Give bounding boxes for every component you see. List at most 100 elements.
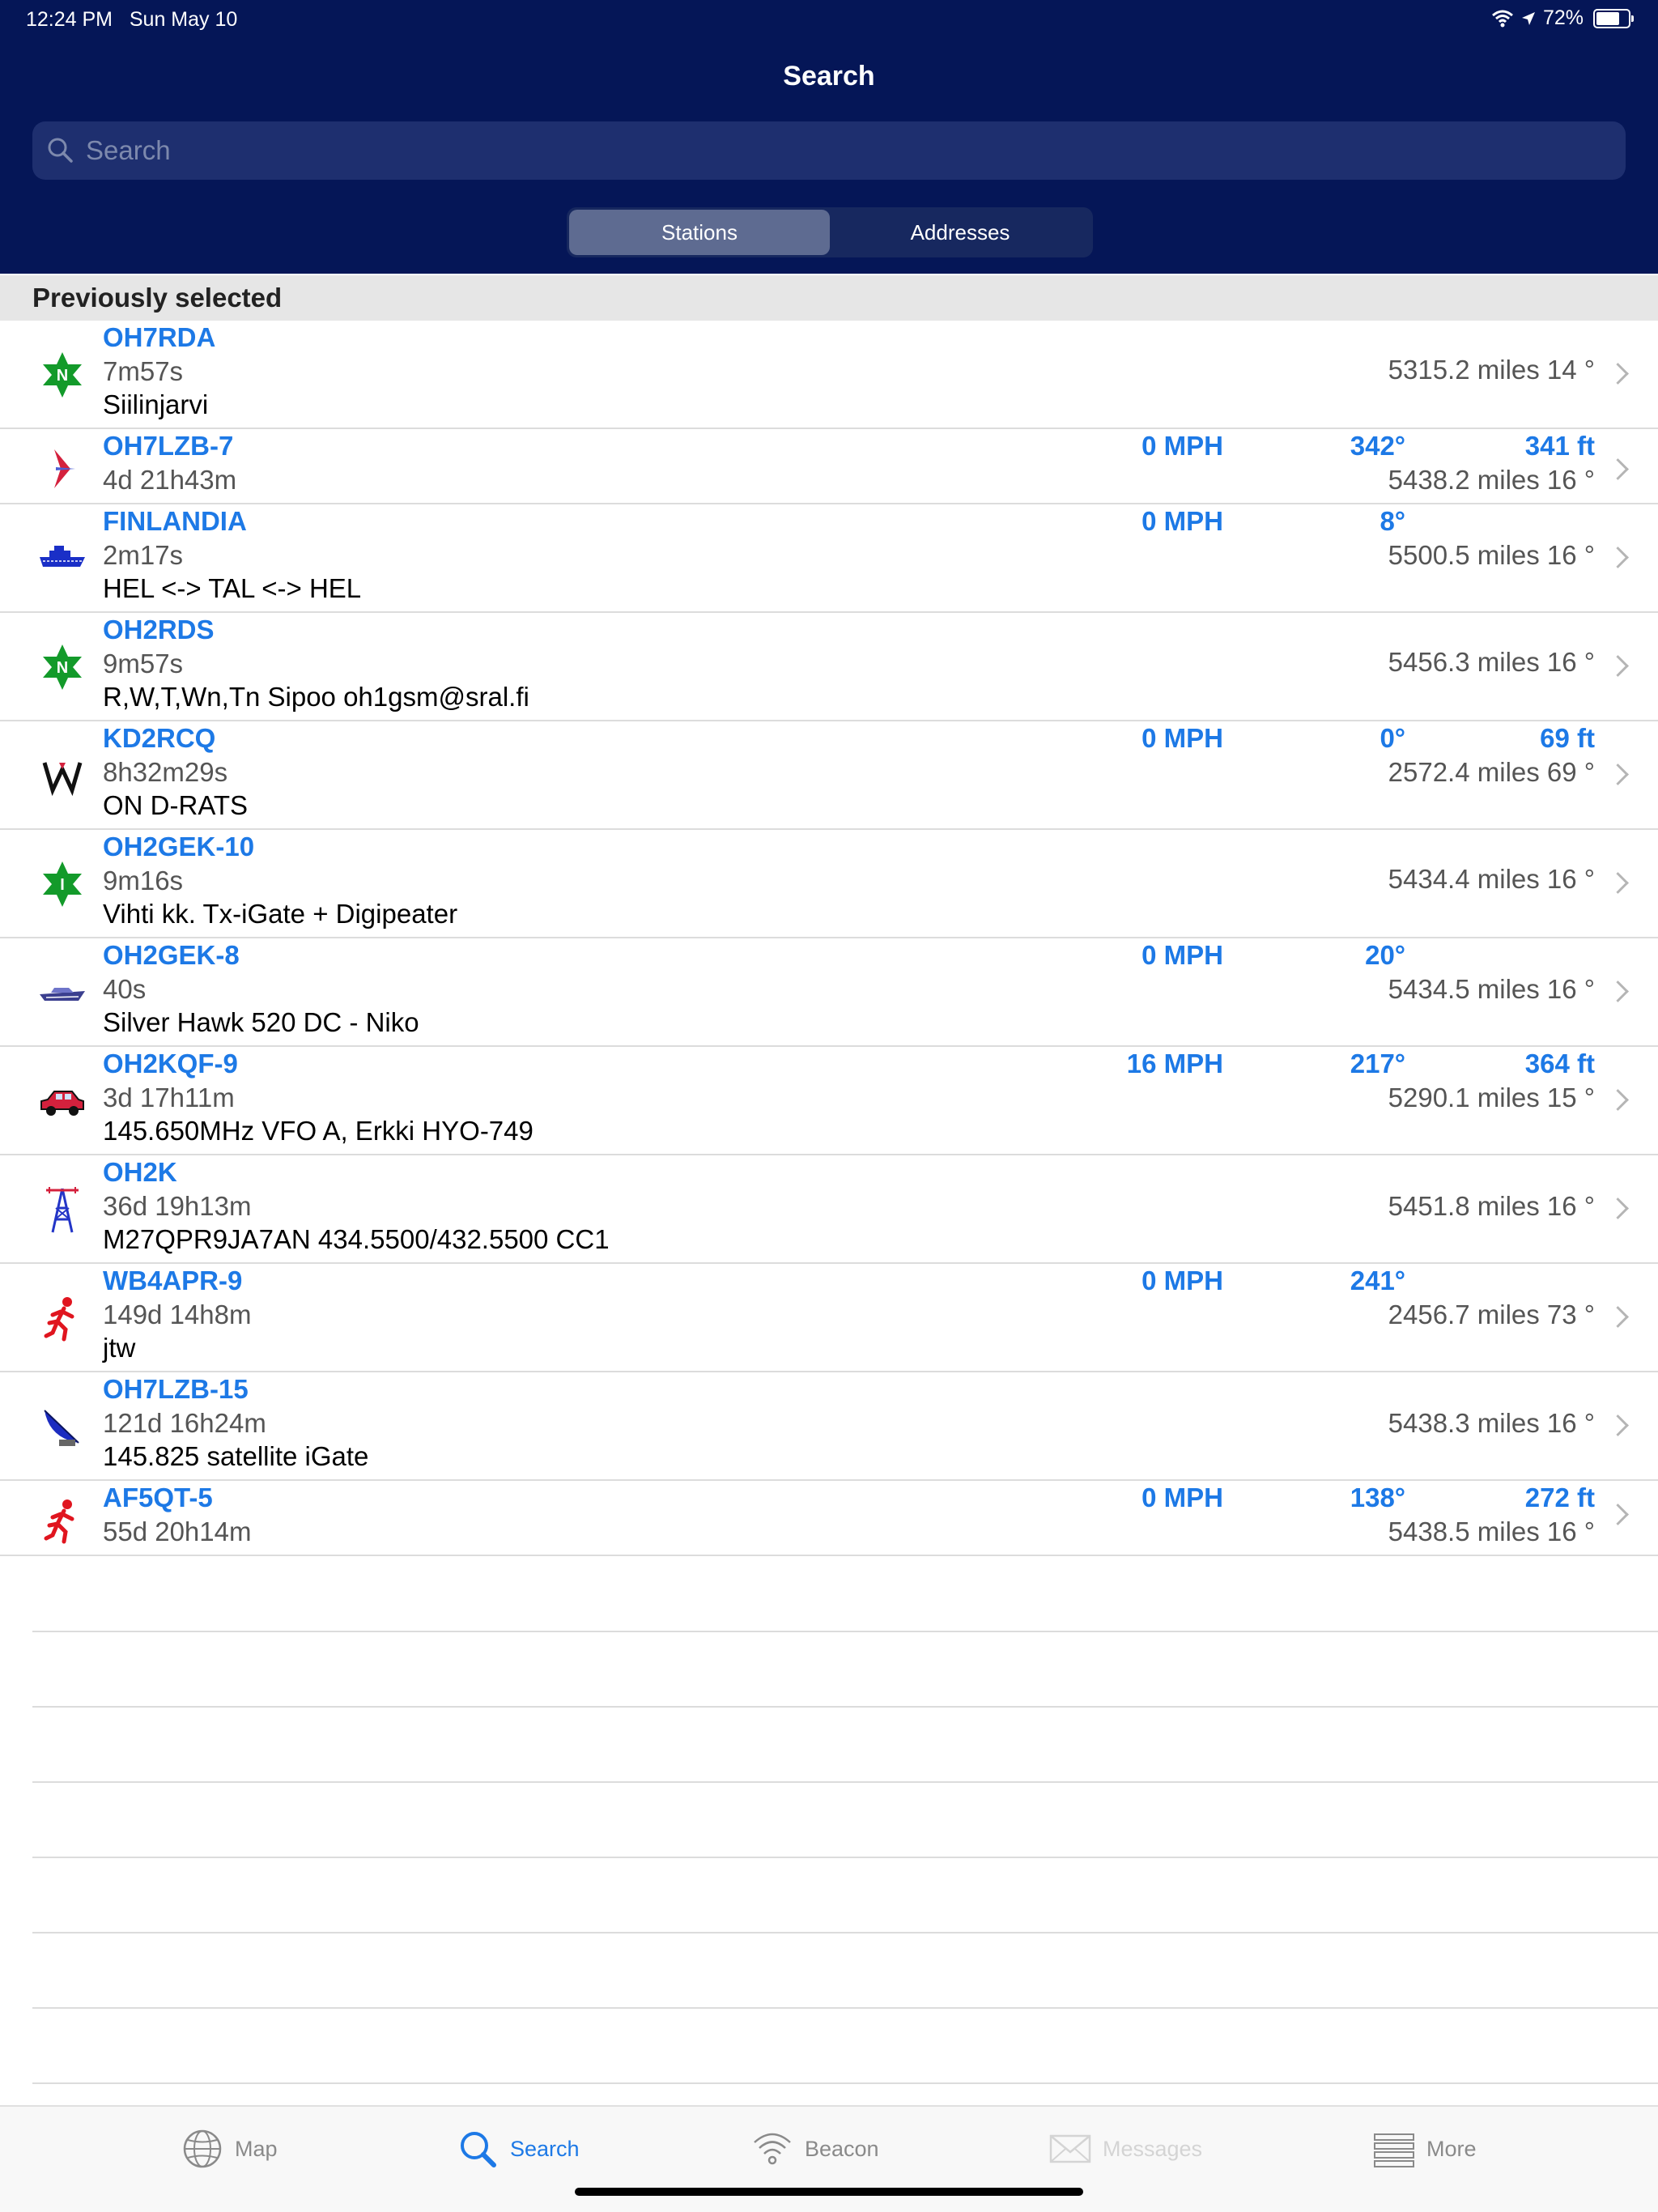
chevron-right-icon — [1607, 458, 1629, 480]
aircraft-icon — [32, 439, 92, 499]
tab-more[interactable]: More — [1373, 2128, 1477, 2170]
station-row[interactable]: I OH2GEK-10 9m16s Vihti kk. Tx-iGate + D… — [0, 830, 1658, 938]
status-bar-indicators: 72% — [1491, 6, 1634, 30]
station-row[interactable]: OH2GEK-8 40s Silver Hawk 520 DC - Niko 0… — [0, 938, 1658, 1047]
page-title: Search — [783, 61, 875, 91]
station-age: 7m57s — [103, 356, 184, 386]
tab-label: More — [1426, 2136, 1477, 2161]
empty-row-separator — [32, 1932, 1658, 1933]
station-callsign: OH2K — [103, 1157, 177, 1187]
navigation-header: 12:24 PM Sun May 10 72% Search Stations … — [0, 0, 1658, 274]
beacon-icon — [754, 2133, 791, 2165]
empty-row-separator — [32, 1631, 1658, 1632]
station-comment: Silver Hawk 520 DC - Niko — [103, 1007, 419, 1037]
station-speed: 0 MPH — [1141, 506, 1223, 536]
station-distance: 5434.5 miles 16 ° — [1388, 974, 1595, 1004]
search-icon — [48, 138, 73, 163]
station-speed: 0 MPH — [1141, 431, 1223, 461]
station-distance: 5434.4 miles 16 ° — [1388, 864, 1595, 894]
station-comment: HEL <-> TAL <-> HEL — [103, 573, 362, 603]
envelope-icon — [1049, 2134, 1091, 2163]
station-age: 3d 17h11m — [103, 1083, 235, 1112]
search-input[interactable] — [84, 134, 1545, 167]
station-course: 241° — [1350, 1266, 1405, 1295]
tab-search[interactable]: Search — [457, 2128, 580, 2170]
tab-label: Messages — [1103, 2136, 1203, 2161]
station-row[interactable]: KD2RCQ 8h32m29s ON D-RATS 0 MPH 0° 69 ft… — [0, 721, 1658, 830]
station-callsign: FINLANDIA — [103, 506, 247, 536]
station-altitude: 341 ft — [1524, 431, 1595, 461]
station-speed: 0 MPH — [1141, 1266, 1223, 1295]
station-row[interactable]: N OH7RDA 7m57s Siilinjarvi 5315.2 miles … — [0, 321, 1658, 429]
list-icon — [1374, 2133, 1414, 2167]
station-comment: M27QPR9JA7AN 434.5500/432.5500 CC1 — [103, 1224, 610, 1254]
ship-icon — [32, 529, 92, 589]
station-callsign: OH7LZB-15 — [103, 1374, 249, 1404]
station-callsign: OH2GEK-8 — [103, 940, 240, 970]
empty-row-separator — [32, 1781, 1658, 1783]
station-distance: 2456.7 miles 73 ° — [1388, 1300, 1595, 1329]
station-row[interactable]: AF5QT-5 55d 20h14m 0 MPH 138° 272 ft 543… — [0, 1481, 1658, 1556]
station-callsign: OH7RDA — [103, 322, 216, 352]
empty-row-separator — [32, 1706, 1658, 1708]
search-bar[interactable] — [32, 121, 1626, 180]
station-row[interactable]: WB4APR-9 149d 14h8m jtw 0 MPH 241° 2456.… — [0, 1264, 1658, 1372]
station-course: 342° — [1350, 431, 1405, 461]
satellite-dish-icon — [32, 1397, 92, 1457]
segment-addresses[interactable]: Addresses — [830, 210, 1090, 255]
chevron-right-icon — [1607, 655, 1629, 677]
boat-icon — [32, 963, 92, 1023]
station-row[interactable]: FINLANDIA 2m17s HEL <-> TAL <-> HEL 0 MP… — [0, 504, 1658, 613]
segment-stations[interactable]: Stations — [569, 210, 830, 255]
chevron-right-icon — [1607, 547, 1629, 568]
station-speed: 0 MPH — [1141, 1482, 1223, 1512]
station-distance: 5451.8 miles 16 ° — [1388, 1191, 1595, 1221]
station-comment: 145.650MHz VFO A, Erkki HYO-749 — [103, 1116, 534, 1146]
tab-beacon[interactable]: Beacon — [751, 2128, 879, 2170]
station-age: 55d 20h14m — [103, 1516, 252, 1546]
station-speed: 16 MPH — [1126, 1049, 1223, 1078]
station-row[interactable]: N OH2RDS 9m57s R,W,T,Wn,Tn Sipoo oh1gsm@… — [0, 613, 1658, 721]
tab-bar: Map Search Beacon Messages More — [0, 2105, 1658, 2212]
empty-row-separator — [32, 1857, 1658, 1858]
station-row[interactable]: OH7LZB-15 121d 16h24m 145.825 satellite … — [0, 1372, 1658, 1481]
station-course: 0° — [1380, 723, 1405, 753]
section-header: Previously selected — [0, 275, 1658, 321]
station-distance: 5500.5 miles 16 ° — [1388, 540, 1595, 570]
search-icon — [461, 2132, 496, 2167]
station-course: 20° — [1365, 940, 1405, 970]
station-row[interactable]: OH2KQF-9 3d 17h11m 145.650MHz VFO A, Erk… — [0, 1047, 1658, 1155]
station-age: 2m17s — [103, 540, 184, 570]
station-altitude: 272 ft — [1524, 1482, 1595, 1512]
chevron-right-icon — [1607, 981, 1629, 1002]
station-callsign: WB4APR-9 — [103, 1266, 243, 1295]
station-callsign: OH2KQF-9 — [103, 1049, 238, 1078]
tab-label: Search — [510, 2136, 580, 2161]
station-age: 9m57s — [103, 649, 184, 678]
station-speed: 0 MPH — [1141, 940, 1223, 970]
weather-w-icon — [32, 746, 92, 806]
home-indicator[interactable] — [575, 2188, 1083, 2196]
status-bar-time: 12:24 PM Sun May 10 — [26, 8, 238, 31]
station-age: 9m16s — [103, 866, 184, 895]
station-distance: 5456.3 miles 16 ° — [1388, 647, 1595, 677]
station-callsign: OH7LZB-7 — [103, 431, 234, 461]
jogger-icon — [32, 1491, 92, 1551]
station-speed: 0 MPH — [1141, 723, 1223, 753]
station-age: 4d 21h43m — [103, 465, 237, 495]
battery-percent: 72% — [1542, 6, 1584, 29]
tab-map[interactable]: Map — [181, 2128, 278, 2170]
station-row[interactable]: OH7LZB-7 4d 21h43m 0 MPH 342° 341 ft 543… — [0, 429, 1658, 504]
globe-icon — [183, 2129, 222, 2168]
tab-label: Beacon — [805, 2136, 879, 2161]
station-comment: 145.825 satellite iGate — [103, 1441, 369, 1471]
station-altitude: 69 ft — [1540, 723, 1595, 753]
digipeater-n-icon: N — [32, 345, 92, 405]
chevron-right-icon — [1607, 1504, 1629, 1525]
tab-messages[interactable]: Messages — [1049, 2128, 1202, 2170]
station-row[interactable]: OH2K 36d 19h13m M27QPR9JA7AN 434.5500/43… — [0, 1155, 1658, 1264]
station-distance: 2572.4 miles 69 ° — [1388, 757, 1595, 787]
station-age: 8h32m29s — [103, 757, 228, 787]
chevron-right-icon — [1607, 363, 1629, 385]
digipeater-i-icon: I — [32, 854, 92, 914]
